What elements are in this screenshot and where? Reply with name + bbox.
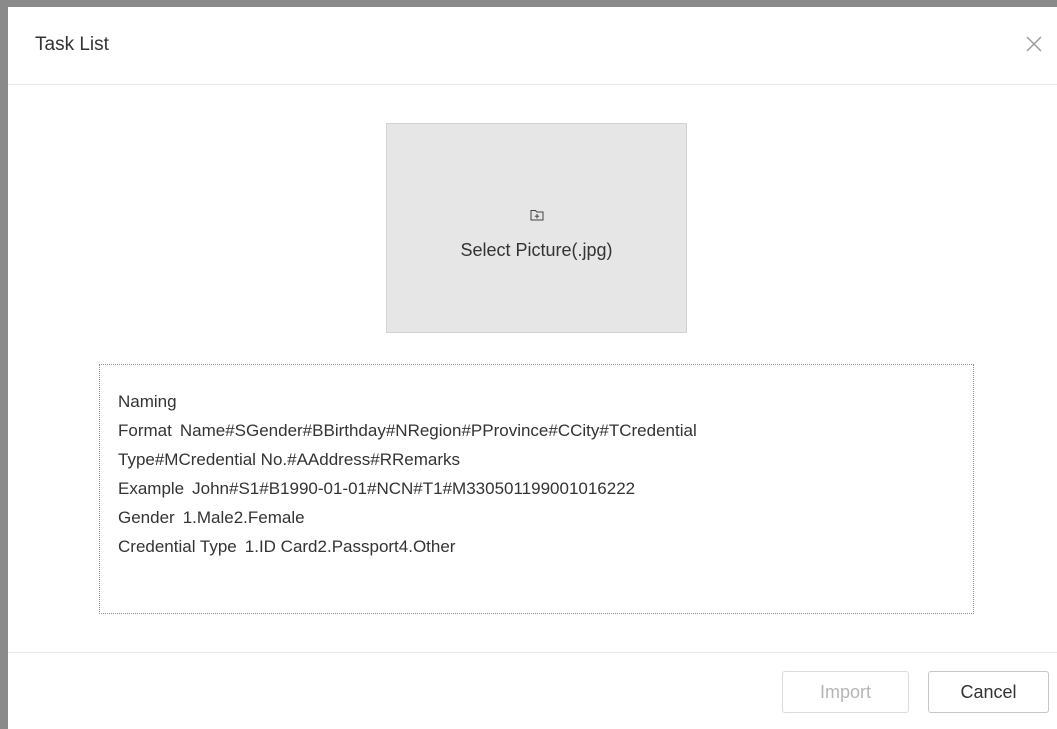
naming-format-continuation: Type#MCredential No.#AAddress#RRemarks [118,450,461,469]
naming-rules-panel: Naming Format Name#SGender#BBirthday#NReg… [99,364,974,614]
naming-gender-line: Gender 1.Male2.Female [118,503,973,532]
naming-credential-line: Credential Type 1.ID Card2.Passport4.Othe… [118,532,973,561]
credential-value: 1.ID Card2.Passport4.Other [244,537,456,556]
dialog-title: Task List [35,34,109,55]
credential-key: Credential Type [118,537,237,556]
cancel-button[interactable]: Cancel [928,671,1049,713]
select-picture-button[interactable]: Select Picture(.jpg) [386,123,687,333]
select-picture-label: Select Picture(.jpg) [460,240,613,260]
task-list-dialog: Task List Select Picture(.jpg) Naming Fo… [8,7,1057,729]
dialog-header: Task List [8,7,1057,85]
example-value: John#S1#B1990-01-01#NCN#T1#M330501199001… [192,479,636,498]
dialog-footer: Import Cancel [8,652,1057,729]
format-value: Name#SGender#BBirthday#NRegion#PProvince… [179,421,697,440]
example-key: Example [118,479,185,498]
close-icon [1026,36,1042,52]
gender-key: Gender [118,508,175,527]
close-button[interactable] [1021,31,1047,57]
naming-heading: Naming [118,392,177,411]
naming-format-line: Format Name#SGender#BBirthday#NRegion#PPr… [118,416,973,445]
import-button[interactable]: Import [782,671,909,713]
folder-plus-icon [530,210,544,221]
gender-value: 1.Male2.Female [182,508,305,527]
format-key: Format [118,421,172,440]
naming-example-line: Example John#S1#B1990-01-01#NCN#T1#M33050… [118,474,973,503]
